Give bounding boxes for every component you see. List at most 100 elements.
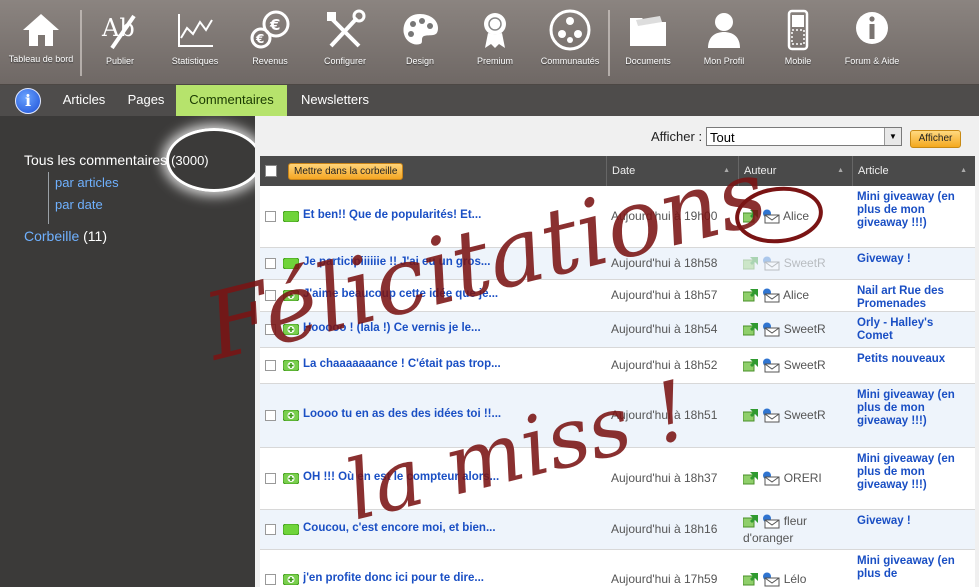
comments-panel: Afficher : Tout ▼ Afficher Mettre dans l… bbox=[255, 116, 979, 587]
comment-link[interactable]: La chaaaaaaance ! C'était pas trop... bbox=[303, 358, 599, 370]
table-row[interactable]: OH !!! Où en est le compteur alors... Auj… bbox=[260, 448, 975, 510]
table-row[interactable]: j'en profite donc ici pour te dire... Auj… bbox=[260, 550, 975, 587]
toolbar-design[interactable]: Design bbox=[385, 0, 455, 84]
reply-icon[interactable] bbox=[743, 573, 759, 586]
article-link[interactable]: Mini giveaway (en plus de mon giveaway !… bbox=[857, 453, 972, 492]
reply-icon[interactable] bbox=[743, 210, 759, 223]
folder-icon bbox=[630, 16, 666, 46]
comment-date: Aujourd'hui à 18h58 bbox=[611, 256, 718, 270]
mail-icon[interactable] bbox=[762, 322, 780, 337]
comment-link[interactable]: Et ben!! Que de popularités! Et... bbox=[303, 209, 599, 221]
toolbar-profile[interactable]: Mon Profil bbox=[688, 0, 760, 84]
comment-link[interactable]: Je participiiiiiie !! J'ai eu un gros... bbox=[303, 256, 599, 268]
mail-icon[interactable] bbox=[762, 256, 780, 271]
mail-icon[interactable] bbox=[762, 288, 780, 303]
table-row[interactable]: Je participiiiiiie !! J'ai eu un gros...… bbox=[260, 248, 975, 280]
tab-articles[interactable]: Articles bbox=[52, 85, 116, 116]
table-row[interactable]: La chaaaaaaance ! C'était pas trop... Auj… bbox=[260, 348, 975, 384]
table-row[interactable]: Loooo tu en as des des idées toi !!... Au… bbox=[260, 384, 975, 448]
comment-author: SweetR bbox=[743, 407, 853, 424]
comment-link[interactable]: OH !!! Où en est le compteur alors... bbox=[303, 471, 599, 483]
sidebar-trash-count: (11) bbox=[83, 228, 107, 244]
toolbar-revenue[interactable]: € € Revenus bbox=[235, 0, 305, 84]
article-link[interactable]: Giveway ! bbox=[857, 253, 972, 266]
sidebar-by-date-link[interactable]: par date bbox=[55, 194, 119, 216]
toolbar-stats[interactable]: Statistiques bbox=[159, 0, 231, 84]
toolbar-label: Mon Profil bbox=[703, 56, 745, 66]
user-icon bbox=[708, 13, 740, 48]
article-link[interactable]: Petits nouveaux bbox=[857, 353, 972, 366]
comment-author: fleur d'oranger bbox=[743, 513, 853, 547]
table-row[interactable]: Coucou, c'est encore moi, et bien... Aujo… bbox=[260, 510, 975, 550]
sidebar-trash[interactable]: Corbeille (11) bbox=[24, 228, 107, 244]
table-row[interactable]: Hooooo ! (lala !) Ce vernis je le... Aujo… bbox=[260, 312, 975, 348]
row-checkbox[interactable] bbox=[265, 290, 276, 301]
row-checkbox[interactable] bbox=[265, 574, 276, 585]
reply-icon[interactable] bbox=[743, 472, 759, 485]
reply-icon[interactable] bbox=[743, 359, 759, 372]
toolbar-label: Statistiques bbox=[171, 56, 219, 66]
comment-author-name: SweetR bbox=[783, 408, 826, 422]
row-checkbox[interactable] bbox=[265, 324, 276, 335]
article-link[interactable]: Giveway ! bbox=[857, 515, 972, 528]
row-checkbox[interactable] bbox=[265, 211, 276, 222]
reply-icon[interactable] bbox=[743, 409, 759, 422]
mail-icon[interactable] bbox=[762, 358, 780, 373]
mail-icon[interactable] bbox=[762, 514, 780, 529]
mail-icon[interactable] bbox=[762, 209, 780, 224]
row-checkbox[interactable] bbox=[265, 473, 276, 484]
chart-icon bbox=[178, 14, 213, 47]
table-row[interactable]: Et ben!! Que de popularités! Et... Aujour… bbox=[260, 186, 975, 248]
reply-icon[interactable] bbox=[743, 257, 759, 270]
move-to-trash-button[interactable]: Mettre dans la corbeille bbox=[288, 163, 404, 180]
comment-link[interactable]: Loooo tu en as des des idées toi !!... bbox=[303, 408, 599, 420]
column-article[interactable]: Article ▲▼ bbox=[852, 156, 975, 204]
row-checkbox[interactable] bbox=[265, 524, 276, 535]
svg-text:€: € bbox=[255, 32, 264, 46]
chevron-down-icon[interactable]: ▼ bbox=[884, 128, 901, 145]
toolbar-publish[interactable]: Ab Publier bbox=[85, 0, 155, 84]
tab-newsletters[interactable]: Newsletters bbox=[288, 85, 382, 116]
comment-add-icon bbox=[283, 574, 299, 585]
toolbar-forum-help[interactable]: Forum & Aide bbox=[836, 0, 908, 84]
article-link[interactable]: Mini giveaway (en plus de mon giveaway !… bbox=[857, 389, 972, 428]
mail-icon[interactable] bbox=[762, 408, 780, 423]
column-date[interactable]: Date ▲▼ bbox=[606, 156, 738, 204]
tab-comments[interactable]: Commentaires bbox=[176, 85, 287, 116]
mail-icon[interactable] bbox=[762, 471, 780, 486]
article-link[interactable]: Orly - Halley's Comet bbox=[857, 317, 972, 343]
info-icon[interactable]: i bbox=[15, 88, 41, 114]
comment-link[interactable]: Hooooo ! (lala !) Ce vernis je le... bbox=[303, 322, 599, 334]
toolbar-documents[interactable]: Documents bbox=[613, 0, 683, 84]
toolbar-configure[interactable]: Configurer bbox=[310, 0, 380, 84]
row-checkbox[interactable] bbox=[265, 360, 276, 371]
column-author[interactable]: Auteur ▲▼ bbox=[738, 156, 852, 204]
article-link[interactable]: Mini giveaway (en plus de bbox=[857, 555, 972, 581]
row-checkbox[interactable] bbox=[265, 258, 276, 269]
sidebar-by-articles-link[interactable]: par articles bbox=[55, 172, 119, 194]
table-row[interactable]: J'aime beaucoup cette idée que je... Aujo… bbox=[260, 280, 975, 312]
filter-select[interactable]: Tout ▼ bbox=[706, 127, 902, 146]
article-link[interactable]: Nail art Rue des Promenades bbox=[857, 285, 972, 311]
table-header: Mettre dans la corbeille Date ▲▼ Auteur … bbox=[260, 156, 975, 204]
toolbar-premium[interactable]: Premium bbox=[459, 0, 531, 84]
toolbar-communities[interactable]: Communautés bbox=[534, 0, 606, 84]
comment-add-icon bbox=[283, 473, 299, 484]
sidebar-trash-link[interactable]: Corbeille bbox=[24, 228, 79, 244]
tab-pages[interactable]: Pages bbox=[117, 85, 175, 116]
toolbar-mobile[interactable]: Mobile bbox=[763, 0, 833, 84]
filter-apply-button[interactable]: Afficher bbox=[910, 130, 961, 148]
comment-link[interactable]: Coucou, c'est encore moi, et bien... bbox=[303, 522, 599, 534]
row-checkbox[interactable] bbox=[265, 410, 276, 421]
reply-icon[interactable] bbox=[743, 323, 759, 336]
article-link[interactable]: Mini giveaway (en plus de mon giveaway !… bbox=[857, 191, 972, 230]
reply-icon[interactable] bbox=[743, 289, 759, 302]
comment-link[interactable]: j'en profite donc ici pour te dire... bbox=[303, 572, 599, 584]
toolbar-label: Forum & Aide bbox=[844, 56, 900, 66]
comment-link[interactable]: J'aime beaucoup cette idée que je... bbox=[303, 288, 599, 300]
select-all-checkbox[interactable] bbox=[265, 165, 277, 177]
toolbar-dashboard[interactable]: Tableau de bord bbox=[6, 0, 76, 84]
mail-icon[interactable] bbox=[762, 572, 780, 587]
comment-author: ORERI bbox=[743, 470, 853, 487]
reply-icon[interactable] bbox=[743, 515, 759, 528]
